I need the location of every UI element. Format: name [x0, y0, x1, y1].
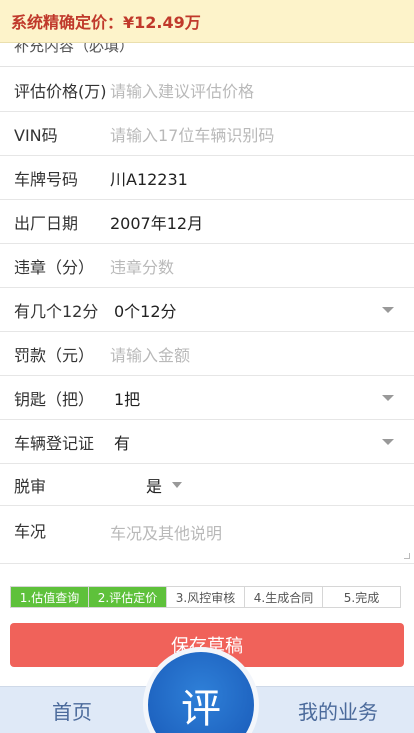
step-valuation-query: 1.估值查询 — [11, 587, 89, 607]
fine-input[interactable]: 请输入金额 — [110, 342, 190, 366]
resize-grip-icon[interactable] — [404, 553, 410, 559]
violation-points-label: 违章（分） — [14, 257, 95, 277]
vin-row[interactable]: VIN码 请输入17位车辆识别码 — [0, 112, 414, 156]
step-complete: 5.完成 — [343, 590, 380, 605]
progress-steps: 1.估值查询 2.评估定价 3.风控审核 4.生成合同 5.完成 — [10, 586, 401, 608]
fine-row[interactable]: 罚款（元） 请输入金额 — [0, 332, 414, 376]
plate-input[interactable]: 川A12231 — [110, 166, 188, 190]
system-price-text: 系统精确定价：¥12.49万 — [11, 13, 201, 32]
inspection-lapsed-select[interactable]: 是 — [146, 473, 162, 497]
nav-home[interactable]: 首页 — [52, 687, 92, 733]
registration-cert-label: 车辆登记证 — [14, 433, 95, 453]
chevron-down-icon[interactable] — [382, 394, 394, 401]
keys-row[interactable]: 钥匙（把） 1把 — [0, 376, 414, 420]
violation-points-input[interactable]: 违章分数 — [110, 254, 174, 278]
step-assessment-pricing: 2.评估定价 — [89, 587, 167, 607]
step-generate-contract: 4.生成合同 — [245, 587, 323, 607]
registration-cert-select[interactable]: 有 — [114, 430, 130, 454]
registration-cert-row[interactable]: 车辆登记证 有 — [0, 420, 414, 464]
condition-label: 车况 — [14, 522, 47, 541]
twelve-points-label: 有几个12分 — [14, 301, 99, 321]
nav-my-business[interactable]: 我的业务 — [298, 687, 378, 733]
vin-label: VIN码 — [14, 125, 58, 145]
condition-textarea[interactable]: 车况及其他说明 — [110, 506, 222, 544]
inspection-lapsed-label: 脱审 — [14, 476, 47, 496]
manufacture-date-label: 出厂日期 — [14, 213, 79, 233]
chevron-down-icon[interactable] — [382, 438, 394, 445]
plate-row[interactable]: 车牌号码 川A12231 — [0, 156, 414, 200]
vin-input[interactable]: 请输入17位车辆识别码 — [110, 122, 274, 146]
price-label: 评估价格(万) — [14, 81, 107, 101]
chevron-down-icon[interactable] — [382, 306, 394, 313]
fine-label: 罚款（元） — [14, 345, 95, 365]
step-risk-review: 3.风控审核 — [167, 587, 245, 607]
twelve-points-row[interactable]: 有几个12分 0个12分 — [0, 288, 414, 332]
price-input[interactable]: 请输入建议评估价格 — [110, 78, 254, 102]
system-price-banner: 系统精确定价：¥12.49万 — [0, 0, 414, 43]
manufacture-date-picker[interactable]: 2007年12月 — [110, 210, 203, 234]
violation-points-row[interactable]: 违章（分） 违章分数 — [0, 244, 414, 288]
inspection-lapsed-row[interactable]: 脱审 是 — [0, 464, 414, 506]
chevron-down-icon[interactable] — [172, 481, 183, 488]
price-row[interactable]: 评估价格(万) 请输入建议评估价格 — [0, 68, 414, 112]
condition-row[interactable]: 车况 车况及其他说明 — [0, 506, 414, 564]
twelve-points-select[interactable]: 0个12分 — [114, 298, 177, 322]
manufacture-date-row[interactable]: 出厂日期 2007年12月 — [0, 200, 414, 244]
keys-label: 钥匙（把） — [14, 389, 95, 409]
keys-select[interactable]: 1把 — [114, 386, 140, 410]
plate-label: 车牌号码 — [14, 169, 79, 189]
